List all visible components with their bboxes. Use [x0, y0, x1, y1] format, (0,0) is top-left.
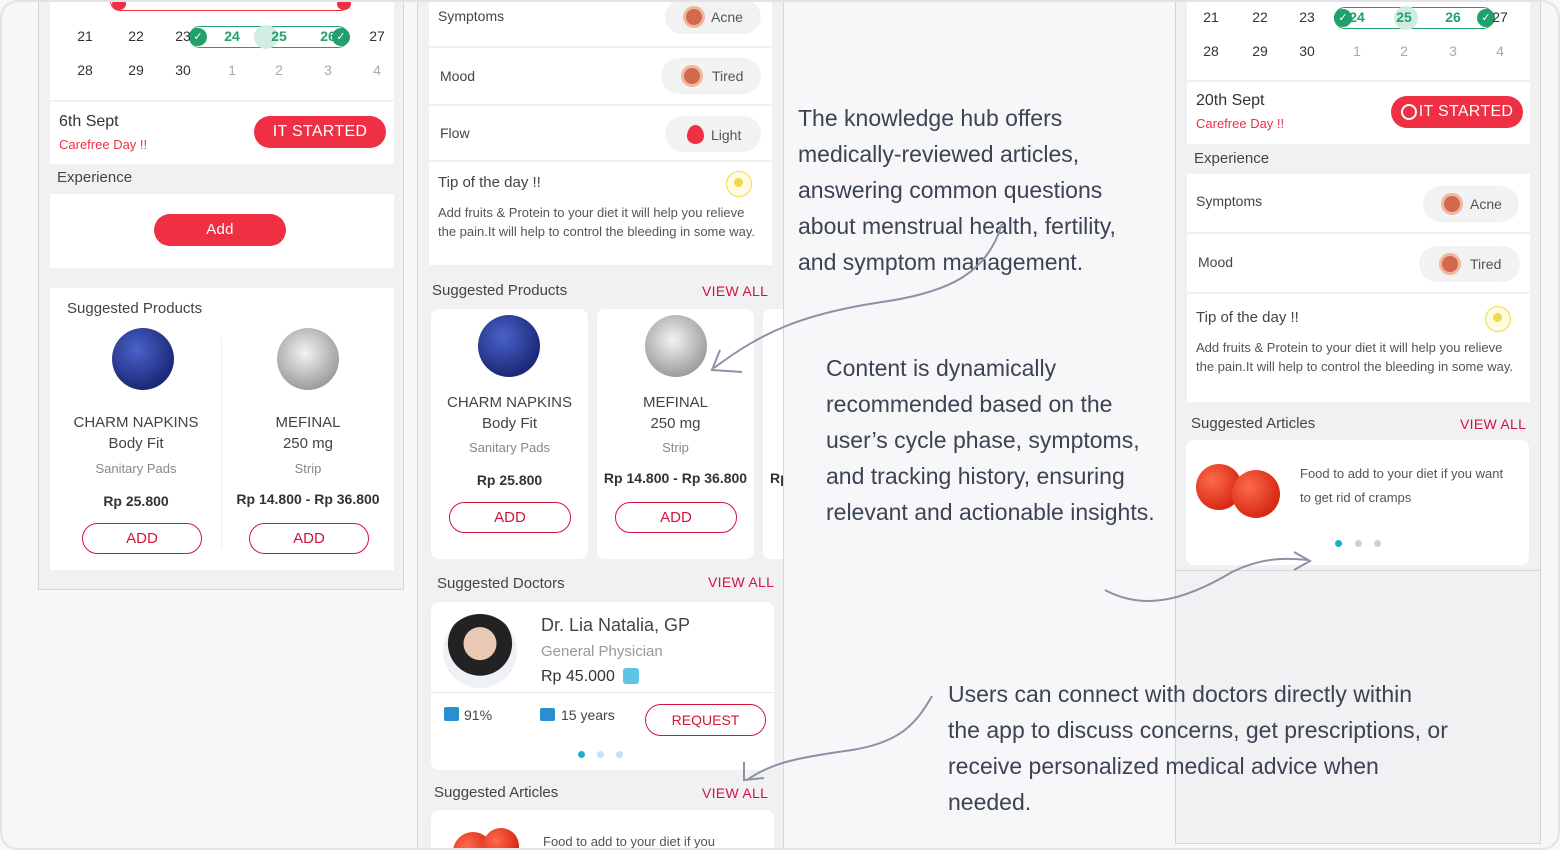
- arrow-to-doctors: [746, 695, 933, 781]
- arrowhead: [1293, 551, 1313, 571]
- arrowhead: [710, 349, 743, 373]
- annotation-arrows: [710, 223, 1313, 782]
- canvas: ✓ ✓ 141516171819202122232425262728293012…: [0, 0, 1560, 850]
- arrow-to-products: [713, 223, 1003, 369]
- arrow-to-articles: [1104, 557, 1308, 602]
